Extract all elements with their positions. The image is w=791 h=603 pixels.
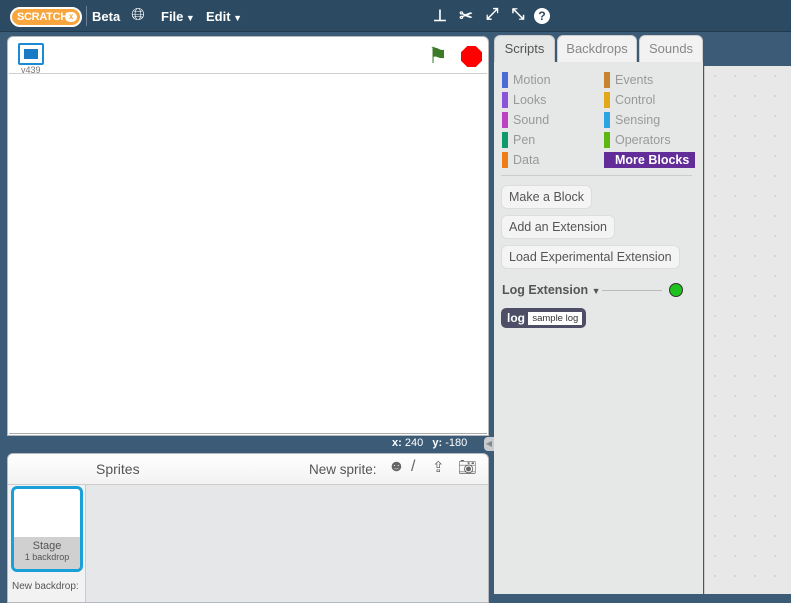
category-color-swatch bbox=[502, 92, 508, 108]
sprite-library-icon[interactable]: ☻ bbox=[388, 458, 405, 476]
stage-label: Stage bbox=[32, 540, 62, 552]
scripts-area[interactable] bbox=[704, 66, 791, 594]
log-block[interactable]: log sample log bbox=[501, 308, 587, 328]
tab-backdrops[interactable]: Backdrops bbox=[557, 35, 637, 63]
stage-thumbnail-label: Stage 1 backdrop bbox=[14, 537, 80, 569]
extension-name: Log Extension bbox=[502, 283, 589, 297]
chevron-down-icon: ▼ bbox=[230, 13, 242, 23]
sprite-panel: Stage 1 backdrop New backdrop: Sprites Ne… bbox=[7, 453, 489, 603]
log-block-label: log bbox=[507, 311, 525, 325]
category-data[interactable]: Data bbox=[502, 152, 539, 168]
help-icon[interactable]: ? bbox=[534, 8, 550, 24]
category-sensing[interactable]: Sensing bbox=[604, 112, 660, 128]
category-label: More Blocks bbox=[615, 153, 690, 167]
category-color-swatch bbox=[604, 132, 610, 148]
category-label: Sound bbox=[513, 113, 550, 127]
category-color-swatch bbox=[604, 72, 610, 88]
extension-status-indicator bbox=[669, 283, 683, 297]
load-experimental-extension-button[interactable]: Load Experimental Extension bbox=[501, 245, 680, 269]
stage-canvas[interactable] bbox=[9, 73, 487, 434]
paint-brush-icon[interactable]: / bbox=[411, 458, 415, 476]
category-color-swatch bbox=[502, 112, 508, 128]
make-a-block-button[interactable]: Make a Block bbox=[501, 185, 593, 209]
tab-sounds[interactable]: Sounds bbox=[639, 35, 703, 63]
sprites-title: Sprites bbox=[96, 461, 140, 477]
stop-sign-icon[interactable] bbox=[461, 46, 482, 67]
extension-menu[interactable]: Log Extension ▼ bbox=[502, 283, 601, 297]
category-label: Pen bbox=[513, 133, 536, 147]
menu-bar: SCRATCH x Beta 🌐︎ File ▼ Edit ▼ ⊥ ✂ ⤢ ⤡ ? bbox=[0, 0, 791, 32]
duplicate-stamp-icon[interactable]: ⊥ bbox=[430, 6, 450, 26]
stage-panel: v439 ⚑ bbox=[7, 36, 489, 436]
category-label: Events bbox=[615, 73, 654, 87]
new-backdrop-label: New backdrop: bbox=[12, 581, 79, 592]
upload-icon[interactable]: ⇪ bbox=[432, 458, 445, 476]
category-label: Control bbox=[615, 93, 656, 107]
x-value: 240 bbox=[404, 437, 424, 449]
grow-icon[interactable]: ⤢ bbox=[482, 6, 502, 24]
cut-scissors-icon[interactable]: ✂ bbox=[456, 6, 476, 26]
category-label: Data bbox=[513, 153, 540, 167]
category-label: Looks bbox=[513, 93, 547, 107]
category-color-swatch bbox=[502, 72, 508, 88]
collapse-stage-handle[interactable]: ◀ bbox=[484, 437, 494, 451]
category-looks[interactable]: Looks bbox=[502, 92, 546, 108]
category-pen[interactable]: Pen bbox=[502, 132, 535, 148]
category-label: Operators bbox=[615, 133, 671, 147]
category-more-blocks[interactable]: More Blocks bbox=[604, 152, 695, 168]
add-extension-button[interactable]: Add an Extension bbox=[501, 215, 615, 239]
stage-thumbnail[interactable]: Stage 1 backdrop bbox=[11, 486, 83, 572]
language-globe-icon[interactable]: 🌐︎ bbox=[128, 5, 148, 25]
tab-scripts[interactable]: Scripts bbox=[494, 35, 555, 64]
chevron-down-icon: ▼ bbox=[183, 13, 195, 23]
category-control[interactable]: Control bbox=[604, 92, 655, 108]
block-palette: Motion Events Looks Control Sound Sensing Pen O… bbox=[494, 62, 703, 594]
chevron-down-icon: ▼ bbox=[591, 286, 601, 296]
camera-icon[interactable]: 📷︎ bbox=[458, 458, 477, 476]
divider bbox=[86, 6, 87, 26]
category-events[interactable]: Events bbox=[604, 72, 653, 88]
category-color-swatch bbox=[502, 152, 508, 168]
mouse-coordinates: x: 240 y: -180 bbox=[392, 437, 467, 449]
stage-column-header bbox=[8, 454, 86, 485]
category-sound[interactable]: Sound bbox=[502, 112, 549, 128]
logo-badge: x bbox=[65, 12, 77, 22]
divider bbox=[602, 290, 662, 291]
category-motion[interactable]: Motion bbox=[502, 72, 551, 88]
sprites-header: Sprites New sprite: ☻ / ⇪ 📷︎ bbox=[86, 454, 488, 485]
category-color-swatch bbox=[604, 92, 610, 108]
x-label: x: bbox=[392, 437, 402, 449]
shrink-icon[interactable]: ⤡ bbox=[508, 6, 528, 24]
y-label: y: bbox=[432, 437, 443, 449]
category-operators[interactable]: Operators bbox=[604, 132, 671, 148]
file-menu-label: File bbox=[161, 9, 184, 24]
edit-menu[interactable]: Edit ▼ bbox=[206, 9, 242, 24]
stage-column: Stage 1 backdrop New backdrop: bbox=[8, 454, 86, 602]
green-flag-icon[interactable]: ⚑ bbox=[428, 43, 448, 69]
new-sprite-label: New sprite: bbox=[309, 462, 377, 477]
scratch-logo[interactable]: SCRATCH x bbox=[10, 7, 82, 27]
beta-label: Beta bbox=[92, 9, 121, 24]
log-block-argument[interactable]: sample log bbox=[528, 312, 583, 325]
category-color-swatch bbox=[604, 112, 610, 128]
y-value: -180 bbox=[445, 437, 468, 449]
edit-menu-label: Edit bbox=[206, 9, 231, 24]
backdrop-count: 1 backdrop bbox=[24, 552, 70, 562]
presentation-mode-icon[interactable] bbox=[18, 43, 44, 65]
category-label: Motion bbox=[513, 73, 551, 87]
category-label: Sensing bbox=[615, 113, 661, 127]
file-menu[interactable]: File ▼ bbox=[161, 9, 195, 24]
category-color-swatch bbox=[502, 132, 508, 148]
logo-text: SCRATCH bbox=[17, 11, 68, 23]
divider bbox=[501, 175, 692, 176]
